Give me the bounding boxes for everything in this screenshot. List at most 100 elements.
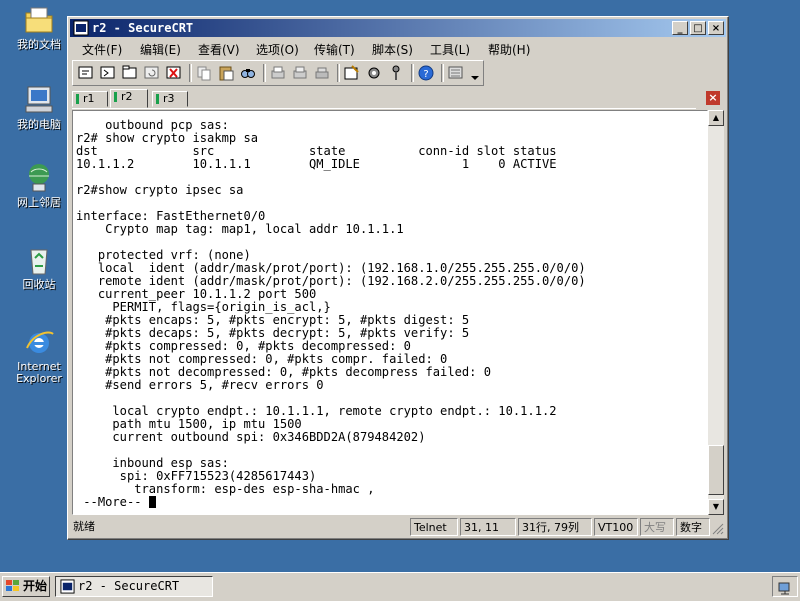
terminal-line: #pkts not decompressed: 0, #pkts decompr… xyxy=(105,365,492,379)
desktop-icon-label: 网上邻居 xyxy=(17,196,61,209)
toolbar-separator xyxy=(411,64,414,82)
taskbar: 开始 r2 - SecureCRT xyxy=(0,572,800,601)
printer-icon[interactable] xyxy=(313,64,331,82)
securecrt-app-icon xyxy=(73,20,89,36)
desktop-icon-my-computer[interactable]: 我的电脑 xyxy=(8,84,70,131)
status-ready: 就绪 xyxy=(73,520,95,533)
connect-icon[interactable] xyxy=(77,64,95,82)
print-icon[interactable] xyxy=(269,64,287,82)
terminal-pane[interactable]: outbound pcp sas: r2# show crypto isakmp… xyxy=(72,110,708,515)
terminal-line: local crypto endpt.: 10.1.1.1, remote cr… xyxy=(112,404,557,418)
status-caps-lock: 大写 xyxy=(640,518,674,536)
terminal-line: current outbound spi: 0x346BDD2A(8794842… xyxy=(112,430,426,444)
menu-view[interactable]: 查看(V) xyxy=(198,41,240,58)
toolbar: ? xyxy=(72,60,484,86)
terminal-line: Crypto map tag: map1, local addr 10.1.1.… xyxy=(105,222,404,236)
terminal-lines: outbound pcp sas: r2# show crypto isakmp… xyxy=(76,118,586,496)
tab-r1[interactable]: r1 xyxy=(72,91,108,107)
terminal-line: #pkts not compressed: 0, #pkts compr. fa… xyxy=(105,352,448,366)
network-places-icon xyxy=(29,164,49,192)
status-emulation: VT100 xyxy=(594,518,638,536)
terminal-line: remote ident (addr/mask/prot/port): (192… xyxy=(97,274,586,288)
taskbar-item-securecrt[interactable]: r2 - SecureCRT xyxy=(55,576,213,597)
status-rows-cols: 31行, 79列 xyxy=(518,518,592,536)
scroll-thumb[interactable] xyxy=(708,445,724,495)
terminal-line: spi: 0xFF715523(4285617443) xyxy=(119,469,317,483)
my-computer-icon xyxy=(25,86,53,113)
toolbar-separator xyxy=(189,64,192,82)
reconnect-icon[interactable] xyxy=(143,64,161,82)
menu-help[interactable]: 帮助(H) xyxy=(488,41,530,58)
menu-bar: 文件(F) 编辑(E) 查看(V) 选项(O) 传输(T) 脚本(S) 工具(L… xyxy=(70,38,726,58)
menu-script[interactable]: 脚本(S) xyxy=(372,41,413,58)
my-documents-icon xyxy=(25,7,53,33)
tab-r3[interactable]: r3 xyxy=(152,91,188,107)
maximize-button[interactable]: □ xyxy=(690,21,706,35)
close-button[interactable]: × xyxy=(708,21,724,35)
disconnect-icon[interactable] xyxy=(165,64,183,82)
desktop-icon-label: 我的电脑 xyxy=(17,118,61,131)
tab-label: r3 xyxy=(163,92,175,105)
terminal-line: PERMIT, flags={origin_is_acl,} xyxy=(112,300,331,314)
toolbar-overflow-icon[interactable] xyxy=(469,64,481,82)
title-bar[interactable]: r2 - SecureCRT _ □ × xyxy=(70,19,726,37)
desktop-icon-network[interactable]: 网上邻居 xyxy=(8,162,70,209)
status-protocol: Telnet xyxy=(410,518,458,536)
system-tray xyxy=(772,576,798,597)
tab-label: r1 xyxy=(83,92,95,105)
terminal-line: protected vrf: (none) xyxy=(97,248,251,262)
tab-status-icon xyxy=(76,94,79,104)
desktop-icon-label: 回收站 xyxy=(22,278,56,291)
desktop-icon-label: Internet Explorer xyxy=(16,360,62,385)
desktop-icon-recycle-bin[interactable]: 回收站 xyxy=(8,244,70,291)
terminal-line: #pkts encaps: 5, #pkts encrypt: 5, #pkts… xyxy=(105,313,470,327)
session-tabs: r1 r2 r3 × xyxy=(72,89,722,109)
tab-status-icon xyxy=(156,94,159,104)
text-cursor xyxy=(148,496,156,508)
sftp-icon[interactable] xyxy=(447,64,465,82)
terminal-line: local ident (addr/mask/prot/port): (192.… xyxy=(97,261,586,275)
taskbar-item-label: r2 - SecureCRT xyxy=(78,579,180,593)
keymap-icon[interactable] xyxy=(387,64,405,82)
terminal-line: current_peer 10.1.1.2 port 500 xyxy=(97,287,317,301)
print-selection-icon[interactable] xyxy=(291,64,309,82)
desktop-icon-my-documents[interactable]: 我的文档 xyxy=(8,4,70,51)
session-options-icon[interactable] xyxy=(343,64,361,82)
network-tray-icon[interactable] xyxy=(777,579,793,595)
terminal-line: #pkts decaps: 5, #pkts decrypt: 5, #pkts… xyxy=(105,326,470,340)
scroll-down-button[interactable]: ▼ xyxy=(708,499,724,515)
terminal-line: outbound pcp sas: xyxy=(105,118,229,132)
scroll-up-button[interactable]: ▲ xyxy=(708,110,724,126)
terminal-line: r2#show crypto ipsec sa xyxy=(76,183,244,197)
close-tab-icon[interactable]: × xyxy=(706,91,720,105)
tab-status-icon xyxy=(114,92,117,102)
menu-file[interactable]: 文件(F) xyxy=(82,41,122,58)
status-cursor-position: 31, 11 xyxy=(460,518,516,536)
quick-connect-icon[interactable] xyxy=(99,64,117,82)
terminal-line: 10.1.1.2 10.1.1.1 QM_IDLE 1 0 ACTIVE xyxy=(76,157,557,171)
tab-r2[interactable]: r2 xyxy=(110,89,148,108)
resize-grip-icon[interactable] xyxy=(712,523,724,535)
toolbar-separator xyxy=(263,64,266,82)
desktop-icon-label: 我的文档 xyxy=(17,38,61,51)
status-num-lock: 数字 xyxy=(676,518,710,536)
desktop-icon-internet-explorer[interactable]: Internet Explorer xyxy=(8,326,70,385)
terminal-line: path mtu 1500, ip mtu 1500 xyxy=(112,417,302,431)
paste-icon[interactable] xyxy=(217,64,235,82)
find-icon[interactable] xyxy=(239,64,257,82)
menu-transfer[interactable]: 传输(T) xyxy=(314,41,355,58)
menu-tools[interactable]: 工具(L) xyxy=(430,41,470,58)
start-button[interactable]: 开始 xyxy=(2,576,50,597)
windows-logo-icon xyxy=(6,580,19,591)
copy-icon[interactable] xyxy=(195,64,213,82)
vertical-scrollbar[interactable]: ▲ ▼ xyxy=(708,110,724,515)
minimize-button[interactable]: _ xyxy=(672,21,688,35)
help-icon[interactable]: ? xyxy=(417,64,435,82)
terminal-line: #send errors 5, #recv errors 0 xyxy=(105,378,324,392)
connect-in-tab-icon[interactable] xyxy=(121,64,139,82)
terminal-line: inbound esp sas: xyxy=(112,456,229,470)
menu-options[interactable]: 选项(O) xyxy=(256,41,299,58)
terminal-line: r2# show crypto isakmp sa xyxy=(76,131,259,145)
global-options-icon[interactable] xyxy=(365,64,383,82)
menu-edit[interactable]: 编辑(E) xyxy=(140,41,181,58)
